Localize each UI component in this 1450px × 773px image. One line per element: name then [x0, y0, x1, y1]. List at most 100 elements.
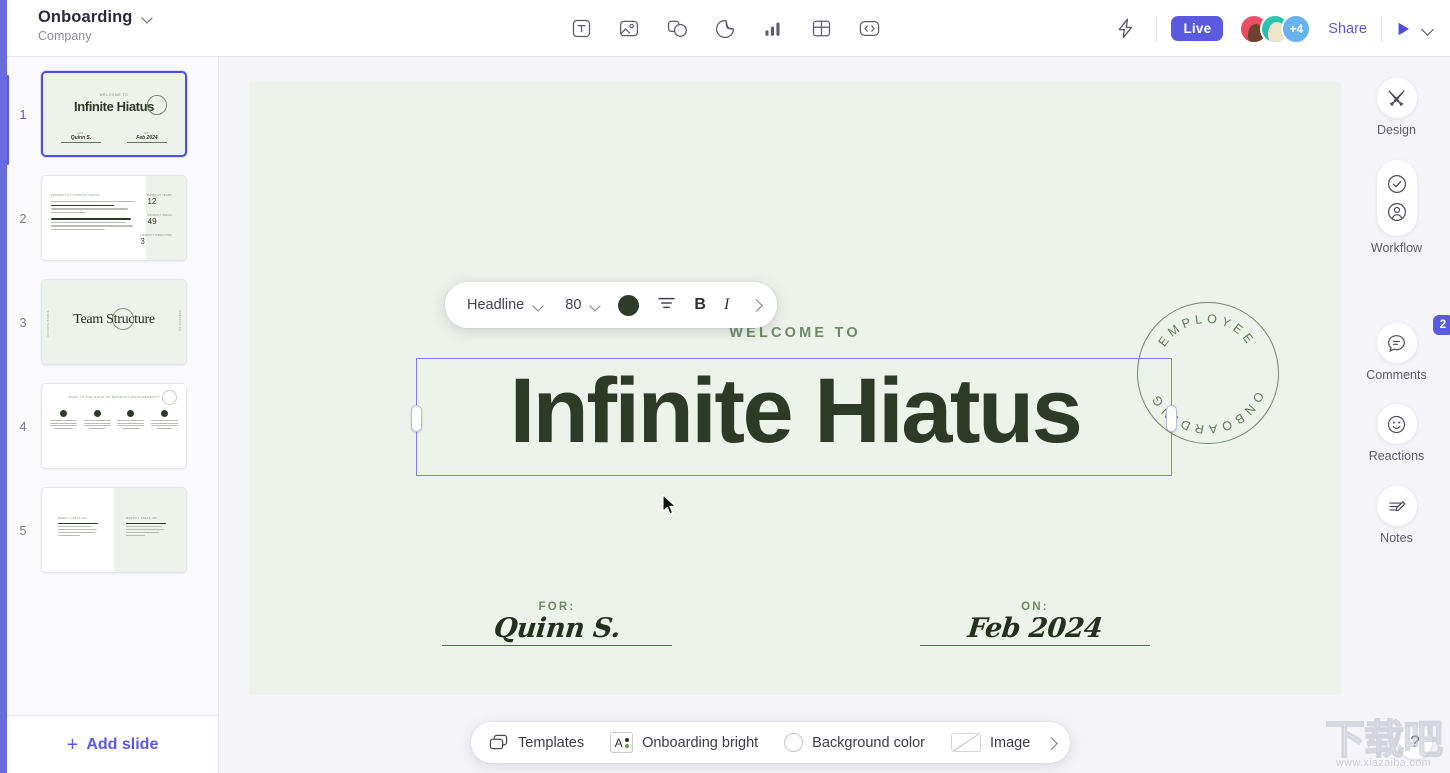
for-label: FOR: — [538, 600, 576, 613]
thumb-side-label: ONBOARDING — [178, 310, 181, 332]
sidebar-item-comments[interactable]: 2 Comments — [1343, 315, 1450, 382]
slide-preview: WELCOME TO Infinite Hiatus FOR: Quinn S.… — [41, 71, 187, 157]
slide-thumbnail-5[interactable]: 5 WEEKLY CHECK-INS MONTHLY CHECK-INS — [7, 487, 218, 573]
comments-icon — [1376, 323, 1417, 363]
slide-for-block[interactable]: FOR: Quinn S. — [442, 601, 672, 646]
divider — [1156, 15, 1158, 42]
chevron-down-icon[interactable] — [142, 14, 153, 21]
rule — [920, 645, 1150, 646]
add-slide-button[interactable]: + Add slide — [7, 715, 218, 773]
chart-tool-icon[interactable] — [758, 14, 788, 44]
text-color-swatch[interactable] — [618, 294, 640, 316]
image-tool-icon[interactable] — [614, 14, 644, 44]
svg-text:EMPLOYEE: EMPLOYEE — [1156, 312, 1259, 349]
canvas-area[interactable]: WELCOME TO Infinite Hiatus EMPLOYEE ONBO… — [219, 57, 1450, 773]
slide-number: 3 — [19, 314, 27, 330]
image-button[interactable]: Image — [951, 733, 1030, 752]
sidebar-item-notes[interactable]: Notes — [1343, 486, 1450, 545]
collaborator-avatars[interactable]: +4 — [1239, 13, 1312, 44]
chevron-right-icon[interactable] — [751, 300, 761, 310]
app-root: Onboarding Company Live +4 Share 1 WELCO… — [0, 0, 1450, 773]
thumb-for-block: FOR: Quinn S. — [61, 132, 101, 143]
avatar-overflow-count[interactable]: +4 — [1281, 13, 1312, 44]
design-icon — [1376, 78, 1417, 118]
text-selection-box[interactable] — [411, 358, 1177, 476]
theme-button[interactable]: A Onboarding bright — [610, 732, 758, 753]
plus-icon: + — [66, 733, 79, 756]
share-button[interactable]: Share — [1328, 21, 1367, 37]
sidebar-item-design[interactable]: Design — [1343, 78, 1450, 137]
templates-label: Templates — [518, 734, 585, 751]
document-title-block[interactable]: Onboarding Company — [38, 8, 153, 43]
thumb-stat-label: PRODUCT DIRECTORS — [140, 234, 172, 237]
sidebar-label: Workflow — [1370, 241, 1423, 255]
sidebar-item-reactions[interactable]: Reactions — [1343, 404, 1450, 463]
present-button[interactable] — [1396, 21, 1434, 37]
color-circle-icon — [784, 733, 804, 752]
mouse-cursor — [662, 494, 678, 521]
slide-preview: WEEKLY CHECK-INS MONTHLY CHECK-INS — [41, 487, 187, 573]
play-icon — [1398, 22, 1409, 35]
thumb-stamp-icon — [147, 95, 167, 115]
resize-handle-right[interactable] — [1166, 405, 1177, 432]
active-slide-indicator — [7, 75, 9, 165]
thumb-eyebrow: PRODUCT AT INFINITE HIATUS — [51, 194, 100, 197]
thumb-on-block: ON: Feb 2024 — [127, 132, 167, 143]
sidebar-label: Reactions — [1368, 449, 1425, 463]
shapes-tool-icon[interactable] — [662, 14, 692, 44]
slide-thumbnail-3[interactable]: 3 Team Structure INFINITE HIATUS ONBOARD… — [7, 279, 218, 365]
background-color-button[interactable]: Background color — [784, 733, 925, 752]
thumb-eyebrow: WELCOME TO — [99, 93, 129, 97]
slide-thumbnail-4[interactable]: 4 WHAT IS THE ROLE OF PRODUCT MANAGEMENT… — [7, 383, 218, 469]
divider — [1381, 15, 1382, 42]
font-size-dropdown[interactable]: 80 — [565, 297, 600, 313]
thumb-stat: PRODUCT DIRECTORS 3 — [140, 234, 172, 246]
chevron-right-icon[interactable] — [1046, 738, 1056, 748]
for-value[interactable]: Quinn S. — [441, 613, 674, 644]
shortcuts-bolt-icon[interactable] — [1108, 12, 1142, 46]
text-format-toolbar[interactable]: Headline 80 B I — [445, 282, 778, 328]
chevron-down-icon — [590, 302, 600, 309]
templates-button[interactable]: Templates — [489, 734, 584, 752]
slide-on-block[interactable]: ON: Feb 2024 — [920, 601, 1150, 646]
top-bar-right: Live +4 Share — [1108, 0, 1434, 57]
add-slide-label: Add slide — [86, 735, 159, 753]
slide-design-bar[interactable]: Templates A Onboarding bright Background… — [471, 722, 1071, 763]
help-button[interactable]: ? — [1398, 725, 1432, 759]
thumb-stat-value: 12 — [147, 197, 157, 206]
slide-preview: PRODUCT AT INFINITE HIATUS PRODUCT TEAMS — [41, 175, 187, 261]
table-tool-icon[interactable] — [806, 14, 836, 44]
left-accent-rail — [0, 0, 7, 773]
slide-preview: WHAT IS THE ROLE OF PRODUCT MANAGEMENT? — [41, 383, 187, 469]
thumb-body — [51, 201, 138, 232]
sidebar-item-workflow[interactable]: Workflow — [1343, 160, 1450, 255]
notes-icon — [1376, 486, 1417, 526]
live-button[interactable]: Live — [1171, 16, 1224, 41]
background-color-label: Background color — [812, 734, 926, 751]
slide-thumbnail-2[interactable]: 2 PRODUCT AT INFINITE HIATUS PRODUCT TEA… — [7, 175, 218, 261]
embed-tool-icon[interactable] — [854, 14, 884, 44]
italic-button[interactable]: I — [724, 296, 729, 314]
page-title: Onboarding — [38, 8, 133, 26]
comments-badge: 2 — [1432, 315, 1450, 335]
templates-icon — [489, 734, 508, 749]
slides-list[interactable]: 1 WELCOME TO Infinite Hiatus FOR: Quinn … — [7, 57, 218, 715]
sidebar-label: Comments — [1366, 368, 1427, 382]
bold-button[interactable]: B — [694, 296, 706, 314]
thumb-on-value: Feb 2024 — [136, 135, 158, 141]
chevron-down-icon[interactable] — [1422, 25, 1434, 33]
font-size-value: 80 — [565, 297, 582, 313]
resize-handle-left[interactable] — [411, 405, 422, 432]
thumb-headline: Team Structure — [73, 312, 155, 327]
rule — [61, 142, 101, 143]
text-tool-icon[interactable] — [566, 14, 596, 44]
slide-canvas[interactable]: WELCOME TO Infinite Hiatus EMPLOYEE ONBO… — [249, 82, 1341, 695]
align-center-icon[interactable] — [657, 296, 676, 315]
theme-icon: A — [610, 732, 634, 753]
on-value[interactable]: Feb 2024 — [919, 613, 1152, 644]
thumb-stat: PRODUCT TEAMS 12 — [147, 194, 172, 206]
slide-thumbnail-1[interactable]: 1 WELCOME TO Infinite Hiatus FOR: Quinn … — [7, 71, 218, 165]
sticker-tool-icon[interactable] — [710, 14, 740, 44]
rule — [442, 645, 672, 646]
text-style-dropdown[interactable]: Headline — [467, 297, 543, 313]
